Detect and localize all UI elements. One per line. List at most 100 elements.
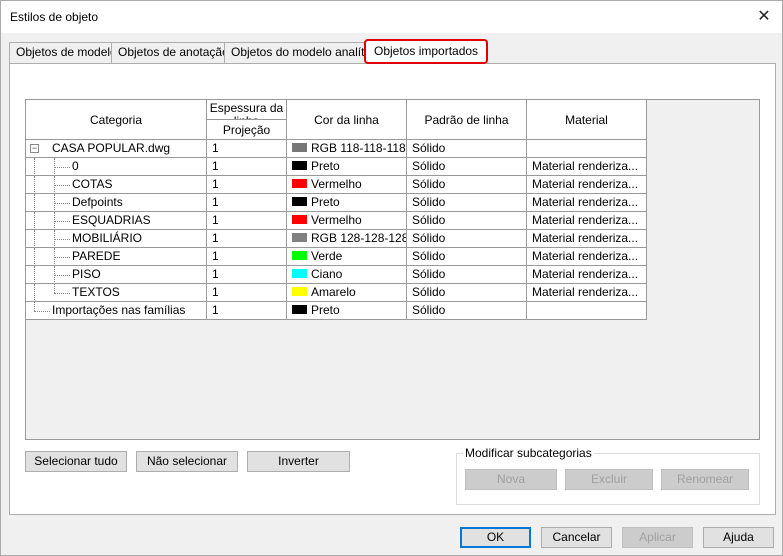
cell-espessura[interactable]: 1 [207, 266, 287, 284]
cell-categoria[interactable]: COTAS [26, 176, 207, 194]
color-label: Preto [311, 195, 340, 209]
tree-connector [34, 212, 35, 229]
select-all-button[interactable]: Selecionar tudo [25, 451, 127, 472]
cell-espessura[interactable]: 1 [207, 140, 287, 158]
table-row[interactable]: ESQUADRIAS 1 Vermelho Sólido Material render… [26, 212, 647, 230]
cell-cor[interactable]: Preto [287, 194, 407, 212]
apply-button[interactable]: Aplicar [622, 527, 693, 548]
cancel-button[interactable]: Cancelar [541, 527, 612, 548]
cell-padrao[interactable]: Sólido [407, 140, 527, 158]
tab-model-objects[interactable]: Objetos de modelo [9, 42, 124, 63]
cell-espessura[interactable]: 1 [207, 212, 287, 230]
tree-connector [54, 239, 70, 240]
collapse-icon[interactable]: − [30, 144, 39, 153]
color-label: Amarelo [311, 285, 356, 299]
cell-cor[interactable]: Ciano [287, 266, 407, 284]
select-none-button[interactable]: Não selecionar [136, 451, 238, 472]
cell-categoria[interactable]: TEXTOS [26, 284, 207, 302]
cell-espessura[interactable]: 1 [207, 230, 287, 248]
table-row[interactable]: − CASA POPULAR.dwg 1 RGB 118-118-118 Sólido [26, 140, 647, 158]
cell-espessura[interactable]: 1 [207, 158, 287, 176]
color-swatch [292, 305, 307, 315]
cell-cor[interactable]: RGB 128-128-128 [287, 230, 407, 248]
header-projecao[interactable]: Projeção [207, 120, 287, 140]
header-material[interactable]: Material [527, 100, 647, 140]
cell-padrao[interactable]: Sólido [407, 302, 527, 320]
rename-subcategory-button[interactable]: Renomear [661, 469, 749, 490]
header-espessura[interactable]: Espessura da linha [207, 100, 287, 120]
modify-subcategories-label: Modificar subcategorias [463, 446, 594, 460]
tree-connector [34, 176, 35, 193]
color-label: RGB 128-128-128 [311, 231, 407, 245]
cell-cor[interactable]: RGB 118-118-118 [287, 140, 407, 158]
tab-panel: Categoria Espessura da linha Projeção Co… [9, 63, 776, 515]
dialog-title: Estilos de objeto [10, 10, 99, 24]
table-row[interactable]: PISO 1 Ciano Sólido Material renderiza... [26, 266, 647, 284]
cell-padrao[interactable]: Sólido [407, 194, 527, 212]
cell-padrao[interactable]: Sólido [407, 176, 527, 194]
cell-padrao[interactable]: Sólido [407, 230, 527, 248]
cell-categoria[interactable]: MOBILIÁRIO [26, 230, 207, 248]
cell-categoria[interactable]: Importações nas famílias [26, 302, 207, 320]
cell-categoria[interactable]: PAREDE [26, 248, 207, 266]
cell-material[interactable] [527, 140, 647, 158]
help-button[interactable]: Ajuda [703, 527, 774, 548]
category-label: Defpoints [72, 195, 123, 209]
cell-padrao[interactable]: Sólido [407, 284, 527, 302]
cell-espessura[interactable]: 1 [207, 302, 287, 320]
cell-espessura[interactable]: 1 [207, 176, 287, 194]
tab-analytical-model-objects[interactable]: Objetos do modelo analítico [224, 42, 387, 63]
cell-material[interactable]: Material renderiza... [527, 212, 647, 230]
cell-cor[interactable]: Amarelo [287, 284, 407, 302]
cell-material[interactable]: Material renderiza... [527, 158, 647, 176]
header-categoria[interactable]: Categoria [26, 100, 207, 140]
table-row[interactable]: TEXTOS 1 Amarelo Sólido Material renderiza..… [26, 284, 647, 302]
table-row[interactable]: Importações nas famílias 1 Preto Sólido [26, 302, 647, 320]
tab-imported-objects[interactable]: Objetos importados [364, 39, 489, 64]
new-subcategory-button[interactable]: Nova [465, 469, 557, 490]
cell-espessura[interactable]: 1 [207, 248, 287, 266]
color-swatch [292, 269, 307, 279]
cell-padrao[interactable]: Sólido [407, 212, 527, 230]
table-row[interactable]: 0 1 Preto Sólido Material renderiza... [26, 158, 647, 176]
category-label: CASA POPULAR.dwg [52, 141, 171, 155]
table-row[interactable]: MOBILIÁRIO 1 RGB 128-128-128 Sólido Material… [26, 230, 647, 248]
tree-connector [54, 248, 55, 265]
cell-cor[interactable]: Vermelho [287, 212, 407, 230]
table-row[interactable]: Defpoints 1 Preto Sólido Material renderiza.… [26, 194, 647, 212]
cell-espessura[interactable]: 1 [207, 194, 287, 212]
cell-padrao[interactable]: Sólido [407, 266, 527, 284]
color-label: Preto [311, 303, 340, 317]
cell-material[interactable]: Material renderiza... [527, 194, 647, 212]
cell-cor[interactable]: Preto [287, 302, 407, 320]
cell-categoria[interactable]: Defpoints [26, 194, 207, 212]
header-padrao[interactable]: Padrão de linha [407, 100, 527, 140]
cell-material[interactable]: Material renderiza... [527, 230, 647, 248]
cell-categoria[interactable]: 0 [26, 158, 207, 176]
cell-cor[interactable]: Verde [287, 248, 407, 266]
table-row[interactable]: COTAS 1 Vermelho Sólido Material renderiza..… [26, 176, 647, 194]
header-cor[interactable]: Cor da linha [287, 100, 407, 140]
cell-padrao[interactable]: Sólido [407, 248, 527, 266]
cell-categoria[interactable]: ESQUADRIAS [26, 212, 207, 230]
cell-material[interactable]: Material renderiza... [527, 176, 647, 194]
color-swatch [292, 197, 307, 207]
close-icon[interactable]: ✕ [752, 5, 776, 29]
cell-material[interactable] [527, 302, 647, 320]
cell-cor[interactable]: Vermelho [287, 176, 407, 194]
delete-subcategory-button[interactable]: Excluir [565, 469, 653, 490]
cell-material[interactable]: Material renderiza... [527, 284, 647, 302]
cell-categoria[interactable]: − CASA POPULAR.dwg [26, 140, 207, 158]
cell-padrao[interactable]: Sólido [407, 158, 527, 176]
color-swatch [292, 215, 307, 225]
cell-cor[interactable]: Preto [287, 158, 407, 176]
ok-button[interactable]: OK [460, 527, 531, 548]
cell-material[interactable]: Material renderiza... [527, 266, 647, 284]
table-row[interactable]: PAREDE 1 Verde Sólido Material renderiza... [26, 248, 647, 266]
tab-annotation-objects[interactable]: Objetos de anotação [111, 42, 236, 63]
cell-espessura[interactable]: 1 [207, 284, 287, 302]
invert-button[interactable]: Inverter [247, 451, 350, 472]
tree-connector [54, 275, 70, 276]
cell-categoria[interactable]: PISO [26, 266, 207, 284]
cell-material[interactable]: Material renderiza... [527, 248, 647, 266]
